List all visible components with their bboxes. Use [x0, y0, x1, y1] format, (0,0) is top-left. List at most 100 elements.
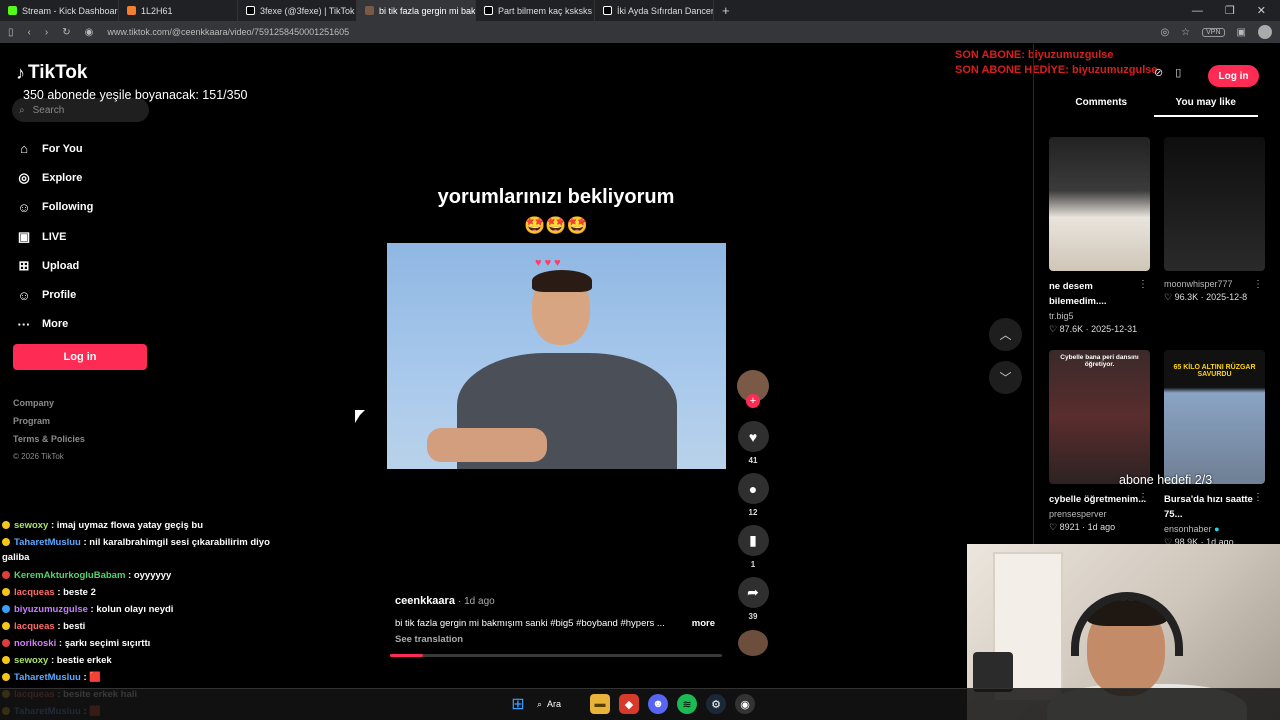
header-actions: ⊘ ▯: [1154, 66, 1181, 79]
heart-icon[interactable]: ♥: [737, 421, 769, 452]
more-options-icon[interactable]: ⋮: [1138, 279, 1148, 290]
bookmark-icon[interactable]: ☆: [1181, 27, 1190, 38]
wallet-icon[interactable]: ▣: [1237, 27, 1246, 38]
chat-username[interactable]: sewoxy: [14, 655, 48, 666]
video-author[interactable]: prensesperver: [1049, 509, 1150, 519]
music-disc-avatar[interactable]: [738, 630, 768, 656]
video-author[interactable]: ensonhaber: [1164, 524, 1212, 534]
tab-you-may-like[interactable]: You may like: [1153, 97, 1258, 117]
spotify-icon[interactable]: ≋: [677, 694, 697, 714]
login-button-top[interactable]: Log in: [1208, 65, 1259, 87]
nav-item-upload[interactable]: ⊞ Upload: [16, 251, 93, 280]
comment-action[interactable]: ● 12: [737, 473, 769, 517]
site-info-icon[interactable]: ◉: [85, 27, 94, 38]
restore-icon[interactable]: ❐: [1225, 4, 1235, 17]
compass-icon: ◎: [18, 169, 30, 185]
like-action[interactable]: ♥ 41: [737, 421, 769, 465]
nav-item-more[interactable]: ··· More: [16, 310, 93, 339]
discord-icon[interactable]: ☻: [648, 694, 668, 714]
login-button[interactable]: Log in: [13, 344, 147, 370]
video-author-row[interactable]: ensonhaber ●: [1164, 524, 1265, 534]
share-action[interactable]: ➦ 39: [737, 577, 769, 621]
close-icon[interactable]: ✕: [1257, 4, 1266, 17]
brave-browser-icon[interactable]: ◆: [619, 694, 639, 714]
recommended-video[interactable]: ⋮ ne desem bilemedim.... tr.big5 ♡ 87.6K…: [1049, 137, 1150, 335]
minimize-icon[interactable]: —: [1192, 5, 1203, 17]
follow-plus-icon[interactable]: +: [746, 394, 760, 408]
video-player[interactable]: ♥ ♥ ♥: [387, 243, 726, 469]
footer-link-terms[interactable]: Terms & Policies: [13, 434, 85, 452]
more-options-icon[interactable]: ⋮: [1253, 279, 1263, 290]
video-thumbnail[interactable]: [1049, 137, 1150, 271]
browser-tab-active[interactable]: bi tik fazla gergin mi bakmış: [357, 0, 476, 21]
browser-tab[interactable]: 3fexe (@3fexe) | TikTok: [238, 0, 357, 21]
chat-username[interactable]: biyuzumuzgulse: [14, 604, 88, 615]
cast-icon[interactable]: ◎: [1160, 27, 1169, 38]
video-title[interactable]: cybelle öğretmenim...: [1049, 492, 1150, 507]
comment-icon[interactable]: ●: [737, 473, 769, 504]
video-progress-bar[interactable]: [390, 654, 722, 657]
coin-icon[interactable]: ⊘: [1154, 66, 1163, 79]
obs-icon[interactable]: ◉: [735, 694, 755, 714]
creator-avatar[interactable]: +: [737, 370, 769, 408]
back-icon[interactable]: ‹: [28, 27, 31, 38]
bookmark-icon[interactable]: ▮: [737, 525, 769, 556]
sidebar-toggle-icon[interactable]: ▯: [8, 27, 14, 38]
video-thumbnail[interactable]: Cybelle bana peri dansını öğretiyor.: [1049, 350, 1150, 484]
chat-username[interactable]: sewoxy: [14, 520, 48, 531]
chat-username[interactable]: norikoski: [14, 638, 56, 649]
profile-avatar[interactable]: [1258, 25, 1272, 39]
recommended-video[interactable]: Cybelle bana peri dansını öğretiyor. ⋮ c…: [1049, 350, 1150, 533]
chat-username[interactable]: lacqueas: [14, 587, 55, 598]
reload-icon[interactable]: ↻: [62, 27, 70, 38]
vpn-button[interactable]: VPN: [1202, 27, 1225, 37]
see-translation-link[interactable]: See translation: [395, 634, 463, 645]
taskbar-search[interactable]: ⌕ Ara: [537, 694, 581, 714]
browser-tab[interactable]: İki Ayda Sıfırdan Dancer Ol: [595, 0, 714, 21]
chat-username[interactable]: lacqueas: [14, 621, 55, 632]
recommended-video[interactable]: ⋮ moonwhisper777 ♡ 96.3K · 2025-12-8: [1164, 137, 1265, 303]
chat-username[interactable]: TaharetMusluu: [14, 672, 81, 683]
nav-item-following[interactable]: ☺ Following: [16, 193, 93, 222]
scroll-up-button[interactable]: ︿: [989, 318, 1022, 351]
chat-username[interactable]: TaharetMusluu: [14, 537, 81, 548]
video-thumbnail[interactable]: [1164, 137, 1265, 271]
more-options-icon[interactable]: ⋮: [1253, 492, 1263, 503]
nav-item-explore[interactable]: ◎ Explore: [16, 163, 93, 192]
more-options-icon[interactable]: ⋮: [1138, 492, 1148, 503]
save-action[interactable]: ▮ 1: [737, 525, 769, 569]
copyright: © 2026 TikTok: [13, 452, 64, 461]
video-author[interactable]: ceenkkaara · 1d ago: [395, 595, 495, 607]
scroll-down-button[interactable]: ﹀: [989, 361, 1022, 394]
nav-item-for-you[interactable]: ⌂ For You: [16, 134, 93, 163]
video-thumbnail[interactable]: 65 KİLO ALTINI RÜZGAR SAVURDU: [1164, 350, 1265, 484]
chat-username[interactable]: KeremAkturkogluBabam: [14, 570, 125, 581]
author-name[interactable]: ceenkkaara: [395, 595, 455, 607]
share-icon[interactable]: ➦: [737, 577, 769, 608]
nav-item-live[interactable]: ▣ LIVE: [16, 222, 93, 251]
tiktok-logo[interactable]: ♪ TikTok: [16, 62, 87, 84]
save-count: 1: [750, 560, 756, 569]
windows-start-icon[interactable]: ⊞: [508, 694, 528, 714]
forward-icon[interactable]: ›: [45, 27, 48, 38]
video-title[interactable]: ne desem bilemedim....: [1049, 279, 1150, 309]
video-author[interactable]: tr.big5: [1049, 311, 1150, 321]
new-tab-button[interactable]: +: [714, 3, 738, 18]
footer-link-company[interactable]: Company: [13, 398, 85, 416]
browser-tab[interactable]: Part bilmem kaç ksksks . #al: [476, 0, 595, 21]
nav-label: For You: [42, 142, 83, 155]
video-author[interactable]: moonwhisper777: [1164, 279, 1265, 289]
url-field[interactable]: www.tiktok.com/@ceenkkaara/video/7591258…: [107, 27, 349, 37]
nav-item-profile[interactable]: ☺ Profile: [16, 280, 93, 309]
recommended-video[interactable]: 65 KİLO ALTINI RÜZGAR SAVURDU ⋮ Bursa'da…: [1164, 350, 1265, 548]
more-link[interactable]: more: [692, 618, 715, 629]
file-explorer-icon[interactable]: ▬: [590, 694, 610, 714]
device-icon[interactable]: ▯: [1175, 66, 1181, 79]
steam-icon[interactable]: ⚙: [706, 694, 726, 714]
video-title[interactable]: Bursa'da hızı saatte 75...: [1164, 492, 1265, 522]
browser-tab[interactable]: Stream - Kick Dashboard: [0, 0, 119, 21]
browser-tab[interactable]: 1L2H61: [119, 0, 238, 21]
tab-comments[interactable]: Comments: [1049, 97, 1154, 117]
footer-link-program[interactable]: Program: [13, 416, 85, 434]
tab-label: İki Ayda Sıfırdan Dancer Ol: [617, 5, 714, 16]
